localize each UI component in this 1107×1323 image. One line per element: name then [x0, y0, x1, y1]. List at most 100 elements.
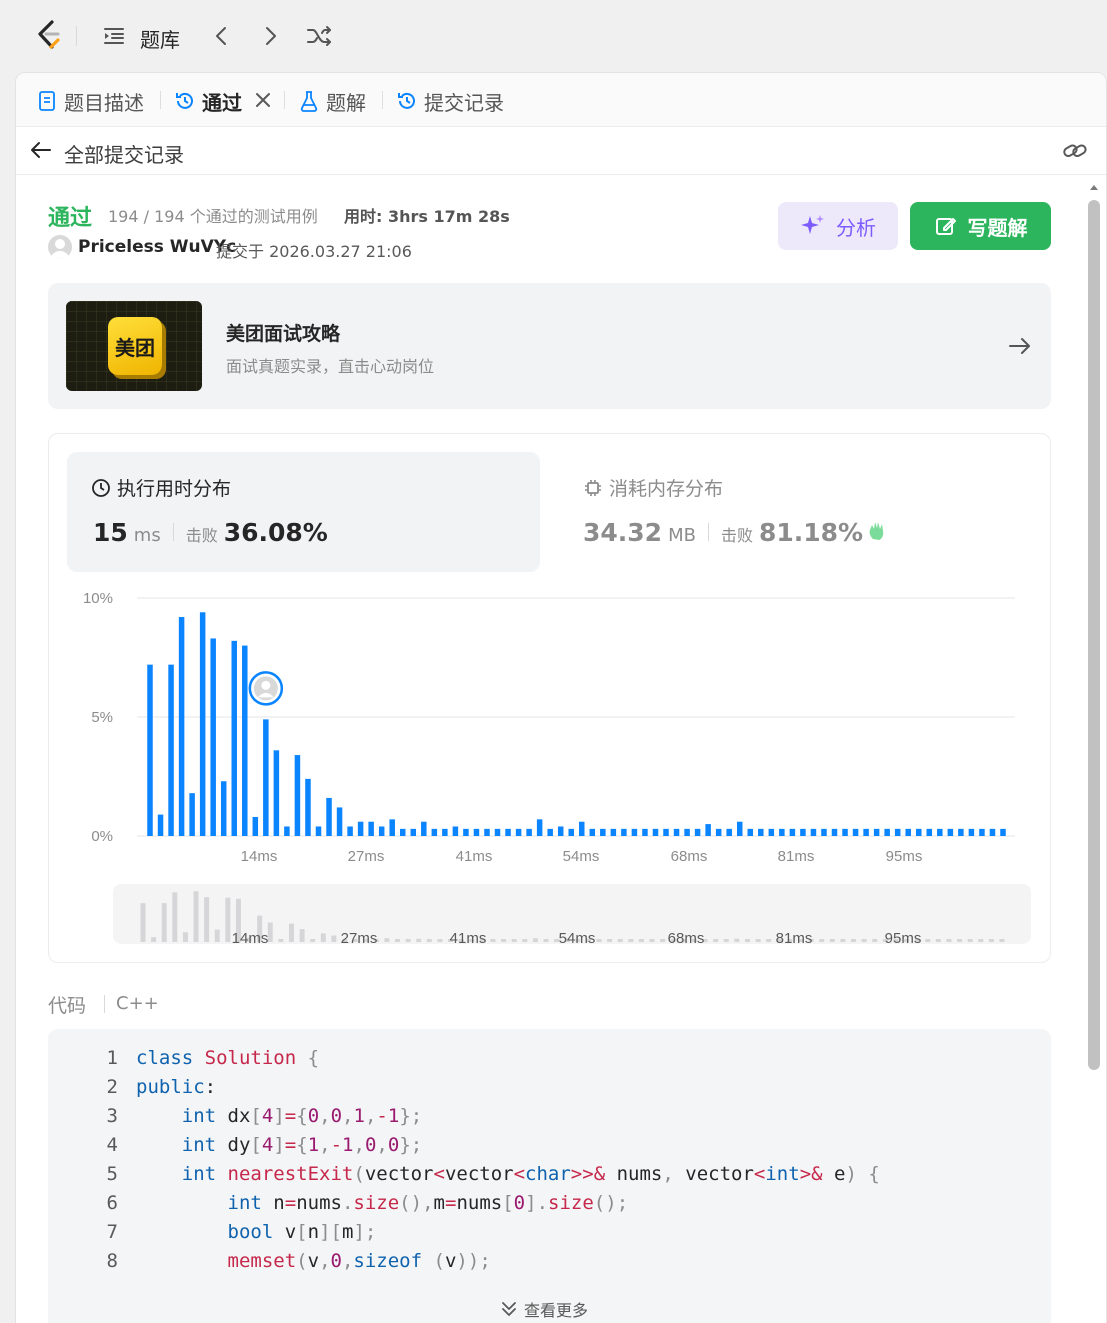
runtime-beat-value: 36.08% [223, 518, 328, 547]
arrow-left-icon[interactable] [30, 139, 52, 161]
bar [231, 640, 237, 836]
status-label: 通过 [48, 206, 93, 231]
bar [557, 826, 564, 836]
bar [568, 828, 574, 836]
bar [958, 828, 964, 836]
x-tick-label: 14ms [241, 848, 278, 865]
show-more-button[interactable]: 查看更多 [500, 1297, 588, 1321]
divider [160, 91, 161, 109]
mini-bar [405, 939, 411, 942]
mini-bar [840, 939, 846, 942]
tab-submissions[interactable]: 提交记录 [396, 87, 504, 115]
mini-bar [384, 938, 390, 942]
code-label: 代码 [48, 995, 87, 1017]
mini-bar [723, 939, 729, 942]
analyze-button[interactable]: 分析 [778, 202, 898, 250]
problem-bank-link[interactable]: 题库 [140, 24, 180, 53]
submitted-time: 提交于 2026.03.27 21:06 [216, 242, 412, 261]
code-line: 7 bool v[n][m]; [48, 1221, 1051, 1250]
memory-title-text: 消耗内存分布 [609, 478, 724, 500]
bar [357, 821, 364, 836]
code-text: public: [136, 1076, 217, 1098]
history-icon [398, 92, 415, 109]
line-number: 8 [106, 1250, 118, 1272]
edit-icon [935, 218, 956, 235]
close-icon[interactable] [254, 91, 272, 109]
bar [800, 828, 806, 836]
scrollbar-thumb[interactable] [1088, 200, 1100, 1070]
mini-bar [395, 939, 401, 942]
shuffle-icon[interactable] [306, 24, 334, 48]
line-number: 5 [106, 1163, 118, 1185]
code-text: int nearestExit(vector<vector<char>>& nu… [181, 1163, 880, 1185]
code-block: 查看更多 1 class Solution {2 public: 3 int dx[4… [48, 1029, 1051, 1323]
bar [916, 828, 922, 836]
bar [431, 828, 438, 836]
bar [863, 828, 869, 836]
promo-card[interactable]: 美团 美团面试攻略 面试真题实录，直击心动岗位 [48, 283, 1051, 409]
line-number: 6 [106, 1192, 118, 1214]
mini-bar [861, 939, 867, 942]
bar [378, 826, 385, 836]
bar [442, 828, 448, 836]
chart-range-slider[interactable]: 14ms 27ms 41ms 54ms 68ms 81ms 95ms [113, 884, 1031, 944]
avatar[interactable] [48, 235, 72, 259]
mini-bar [607, 939, 613, 942]
bar [1000, 828, 1006, 836]
mini-tick-label: 95ms [885, 930, 922, 944]
code-line: 4 int dy[4]={1,-1,0,0}; [48, 1134, 1051, 1163]
beat-label: 击败 [185, 526, 218, 545]
memory-value: 34.32 [583, 518, 663, 547]
bar [884, 828, 890, 836]
mini-bar [638, 939, 644, 942]
code-line: 3 int dx[4]={0,0,1,-1}; [48, 1105, 1051, 1134]
bar [937, 828, 943, 836]
leetcode-logo[interactable] [32, 18, 66, 52]
scroll-up-icon[interactable] [1088, 182, 1100, 192]
chip-icon [585, 479, 601, 496]
tab-description[interactable]: 题目描述 [36, 87, 144, 115]
mini-bar [999, 939, 1005, 942]
x-tick-label: 68ms [671, 848, 708, 865]
memory-stat-title[interactable]: 消耗内存分布 [583, 474, 723, 501]
bar [494, 828, 501, 836]
runtime-text: 用时: 3hrs 17m 28s [344, 207, 510, 226]
test-cases-text: 194 / 194 个通过的测试用例 [108, 207, 318, 226]
bar [178, 617, 185, 836]
line-number: 1 [106, 1047, 118, 1069]
mini-tick-label: 41ms [450, 930, 487, 944]
mini-bar [490, 939, 496, 942]
bar [726, 828, 732, 836]
write-solution-button[interactable]: 写题解 [910, 202, 1051, 250]
all-submissions-title[interactable]: 全部提交记录 [64, 139, 184, 168]
tab-accepted[interactable]: 通过 [174, 87, 242, 115]
user-name[interactable]: Priceless WuVYc [78, 237, 236, 257]
bar [663, 828, 669, 836]
mini-bar [660, 939, 666, 942]
mini-bar [426, 939, 432, 942]
mini-bar [267, 922, 273, 942]
link-icon[interactable] [1062, 139, 1088, 163]
mini-bar [988, 939, 994, 942]
runtime-stat-row: 15 ms 击败 36.08% [93, 518, 328, 547]
tab-solutions[interactable]: 题解 [298, 87, 366, 115]
mini-bar [288, 923, 294, 942]
runtime-stat-box[interactable]: 执行用时分布 15 ms 击败 36.08% [67, 452, 540, 572]
mini-bar [182, 932, 188, 942]
x-tick-label: 41ms [456, 848, 493, 865]
list-icon[interactable] [102, 24, 126, 48]
mini-tick-label: 81ms [776, 930, 813, 944]
code-line: 5 int nearestExit(vector<vector<char>>& … [48, 1163, 1051, 1192]
divider [76, 26, 77, 46]
code-text: int dy[4]={1,-1,0,0}; [181, 1134, 423, 1156]
chevron-left-icon[interactable] [210, 24, 234, 48]
divider [104, 995, 105, 1013]
sparkle-icon [801, 215, 824, 234]
promo-image: 美团 [66, 301, 202, 391]
chevron-right-icon[interactable] [258, 24, 282, 48]
bar [694, 828, 701, 836]
mini-bar [978, 939, 984, 942]
bar [842, 828, 848, 836]
bar [326, 797, 332, 836]
bar [736, 821, 743, 836]
